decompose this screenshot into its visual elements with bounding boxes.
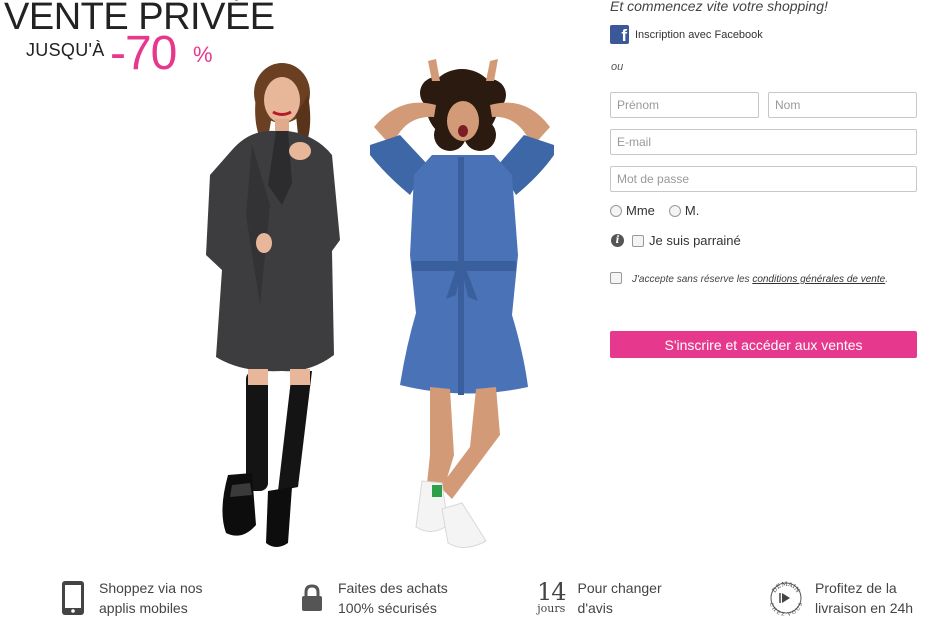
hero-upto-label: JUSQU'À [26, 40, 105, 60]
sponsor-checkbox[interactable] [632, 234, 644, 247]
returns-days-word: jours [537, 602, 566, 615]
feature-secure-payment: Faites des achats 100% sécurisés [300, 578, 448, 618]
model-coat-figure [206, 63, 340, 547]
feature-mobile-apps: Shoppez via nos applis mobiles [61, 578, 203, 618]
calendar-days-icon: 14 jours [537, 578, 567, 615]
seal-top-text: DEMAIN [771, 581, 801, 594]
feature-secure-line1: Faites des achats [338, 580, 448, 596]
feature-mobile-line1: Shoppez via nos [99, 580, 203, 596]
lastname-input[interactable] [768, 92, 917, 118]
sponsor-label: Je suis parrainé [649, 233, 741, 248]
seal-bottom-text: CHEZ VOUS [769, 601, 803, 617]
sponsor-row: i Je suis parrainé [611, 233, 741, 248]
password-input[interactable] [610, 166, 917, 192]
padlock-icon [302, 584, 322, 611]
feature-secure-line2: 100% sécurisés [338, 600, 437, 616]
facebook-signup-label: Inscription avec Facebook [635, 28, 763, 41]
facebook-signup-button[interactable]: f Inscription avec Facebook [610, 25, 763, 44]
feature-delivery-line2: livraison en 24h [815, 600, 914, 616]
terms-link[interactable]: conditions générales de vente [752, 274, 885, 285]
terms-suffix: . [885, 274, 888, 285]
smartphone-icon [62, 581, 84, 615]
feature-delivery-line1: Profitez de la [815, 580, 897, 596]
signup-tagline: Et commencez vite votre shopping! [610, 0, 828, 14]
feature-mobile-line2: applis mobiles [99, 600, 188, 616]
email-input[interactable] [610, 129, 917, 155]
svg-text:CHEZ VOUS: CHEZ VOUS [769, 601, 803, 617]
signup-submit-button[interactable]: S'inscrire et accéder aux ventes [610, 331, 917, 358]
svg-text:DEMAIN: DEMAIN [771, 581, 801, 594]
terms-row: J'accepte sans réserve les conditions gé… [610, 272, 900, 287]
terms-text: J'accepte sans réserve les [632, 274, 750, 285]
feature-returns-line2: d'avis [577, 600, 613, 616]
gender-radio-mme[interactable] [610, 204, 622, 217]
gender-radio-group: Mme M. [610, 203, 713, 218]
fashion-models-image [206, 59, 554, 548]
feature-returns: 14 jours Pour changer d'avis [537, 578, 662, 618]
delivery-seal-icon: DEMAIN CHEZ VOUS [769, 581, 803, 617]
terms-checkbox[interactable] [610, 272, 622, 284]
info-icon[interactable]: i [611, 234, 624, 247]
gender-radio-m[interactable] [668, 204, 681, 217]
model-denim-dress-figure [370, 59, 554, 548]
facebook-icon: f [610, 25, 629, 44]
returns-days-number: 14 [537, 578, 567, 606]
gender-label-m: M. [684, 203, 700, 218]
or-separator: ou [611, 61, 624, 73]
firstname-input[interactable] [610, 92, 759, 118]
feature-delivery: DEMAIN CHEZ VOUS Profitez de la livraiso… [769, 578, 913, 618]
gender-label-mme: Mme [626, 203, 655, 218]
feature-returns-line1: Pour changer [577, 580, 662, 596]
